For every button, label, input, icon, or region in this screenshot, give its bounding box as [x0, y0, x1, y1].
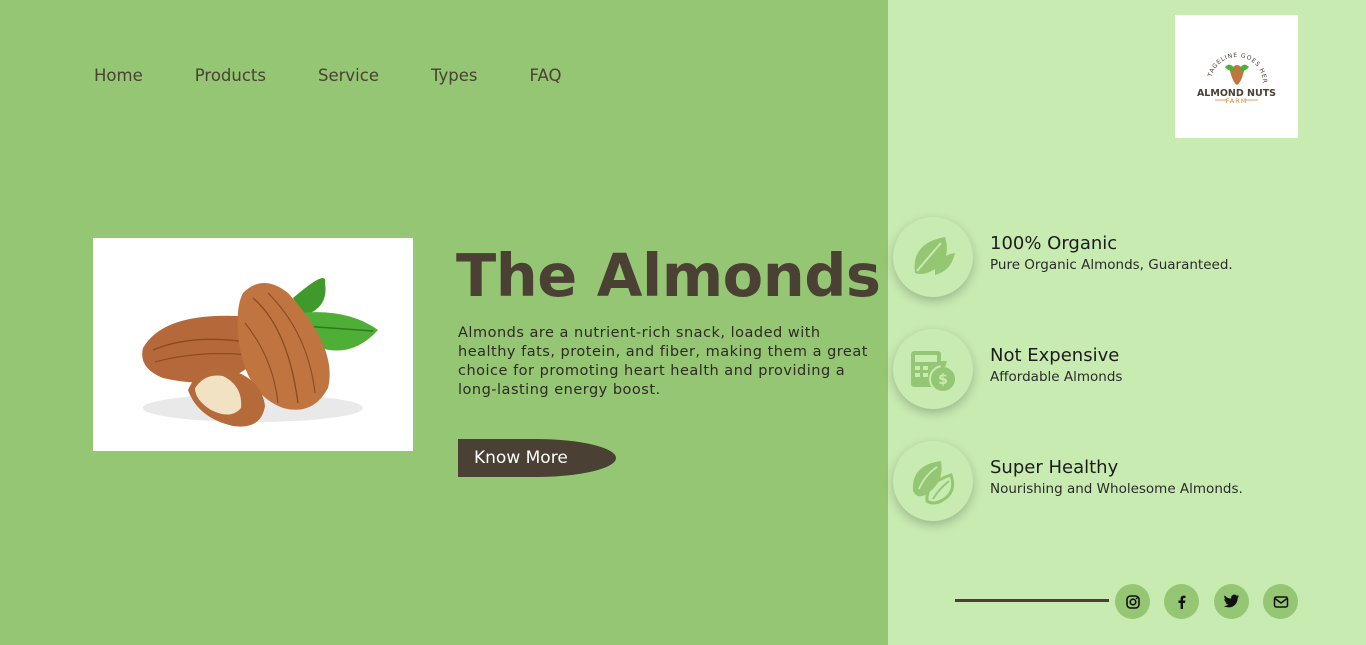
- hero-title: The Almonds: [456, 241, 881, 310]
- know-more-button[interactable]: Know More: [458, 439, 616, 477]
- calculator-money-icon: $: [911, 351, 957, 393]
- almonds-photo: [93, 238, 413, 451]
- feature-subtitle: Pure Organic Almonds, Guaranteed.: [990, 257, 1233, 273]
- nav-home[interactable]: Home: [94, 66, 143, 85]
- instagram-button[interactable]: [1115, 584, 1150, 619]
- leaf-icon: [914, 237, 955, 275]
- nav-products[interactable]: Products: [195, 66, 266, 85]
- almonds-illustration: [142, 278, 378, 427]
- feature-healthy: Super Healthy Nourishing and Wholesome A…: [893, 441, 1333, 523]
- feature-title: Super Healthy: [990, 457, 1119, 478]
- nav-service[interactable]: Service: [318, 66, 379, 85]
- feature-subtitle: Nourishing and Wholesome Almonds.: [990, 481, 1243, 497]
- feature-circle: [893, 441, 973, 521]
- svg-text:TAGELINE GOES HERE: TAGELINE GOES HERE: [1175, 15, 1268, 84]
- svg-text:$: $: [938, 372, 948, 388]
- feature-organic: 100% Organic Pure Organic Almonds, Guara…: [893, 217, 1333, 299]
- feature-affordable: $ Not Expensive Affordable Almonds: [893, 329, 1333, 411]
- facebook-icon: [1178, 595, 1185, 609]
- feature-title: 100% Organic: [990, 233, 1118, 254]
- feature-subtitle: Affordable Almonds: [990, 369, 1123, 385]
- logo-subname: FARM: [1226, 97, 1248, 105]
- nav-types[interactable]: Types: [431, 66, 478, 85]
- hero-description: Almonds are a nutrient-rich snack, loade…: [458, 325, 868, 398]
- email-icon: [1273, 595, 1288, 608]
- logo-tagline: TAGELINE GOES HERE: [1173, 10, 1268, 84]
- almond-icon: [912, 461, 955, 505]
- almond-nuts-farm-logo: TAGELINE GOES HERE ALMOND NUTS FARM: [1173, 10, 1276, 105]
- main-nav: Home Products Service Types FAQ: [94, 66, 613, 85]
- footer-divider: [955, 599, 1109, 602]
- email-button[interactable]: [1263, 584, 1298, 619]
- twitter-button[interactable]: [1214, 584, 1249, 619]
- feature-title: Not Expensive: [990, 345, 1120, 366]
- feature-circle: [893, 217, 973, 297]
- brand-logo[interactable]: TAGELINE GOES HERE ALMOND NUTS FARM: [1173, 10, 1298, 138]
- twitter-icon: [1223, 594, 1240, 608]
- facebook-button[interactable]: [1164, 584, 1199, 619]
- feature-circle: $: [893, 329, 973, 409]
- nav-faq[interactable]: FAQ: [529, 66, 561, 85]
- instagram-icon: [1125, 594, 1140, 609]
